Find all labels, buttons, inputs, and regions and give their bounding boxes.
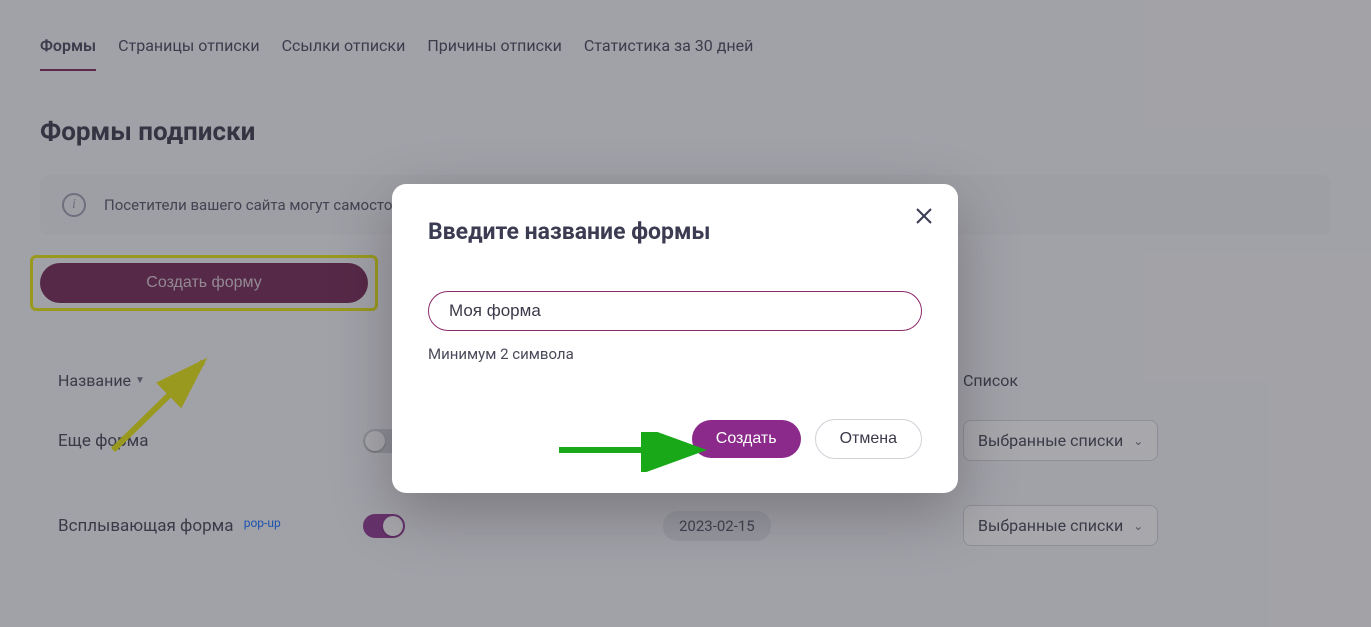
close-icon [915,207,933,225]
submit-create-button[interactable]: Создать [692,420,801,458]
form-name-input[interactable] [428,291,922,331]
close-button[interactable] [910,202,938,230]
create-form-modal: Введите название формы Минимум 2 символа… [392,184,958,493]
modal-title: Введите название формы [428,218,922,245]
input-hint: Минимум 2 символа [428,345,922,363]
cancel-button[interactable]: Отмена [815,419,922,459]
